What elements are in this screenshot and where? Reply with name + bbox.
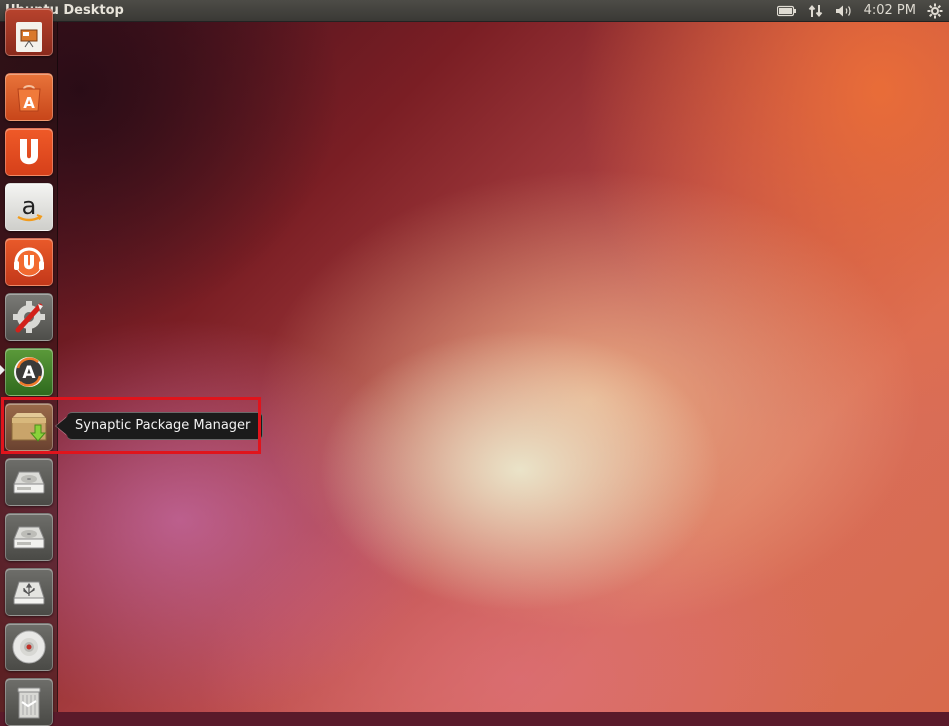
launcher-item-hard-disk-1[interactable] — [5, 458, 53, 506]
hard-disk-icon — [13, 471, 45, 494]
desktop-wallpaper — [0, 0, 949, 712]
launcher: A a A — [0, 8, 58, 726]
launcher-item-hard-disk-2[interactable] — [5, 513, 53, 561]
highlight-box — [1, 397, 261, 454]
software-updater-icon: A — [14, 357, 44, 387]
trash-icon — [17, 687, 41, 719]
launcher-item-cd-drive[interactable] — [5, 623, 53, 671]
battery-icon[interactable] — [776, 0, 797, 22]
network-icon[interactable] — [808, 0, 824, 22]
launcher-item-ubuntu-one[interactable] — [5, 128, 53, 176]
ubuntu-one-music-icon — [14, 247, 44, 277]
launcher-item-ubuntu-one-music[interactable] — [5, 238, 53, 286]
launcher-item-amazon[interactable]: a — [5, 183, 53, 231]
launcher-item-impress[interactable] — [5, 8, 53, 56]
launcher-item-trash[interactable] — [5, 678, 53, 726]
launcher-item-software-center[interactable]: A — [5, 73, 53, 121]
svg-text:A: A — [23, 94, 35, 112]
launcher-item-usb-drive[interactable] — [5, 568, 53, 616]
top-panel: Ubuntu Desktop 4:02 PM — [0, 0, 949, 22]
presentation-icon — [16, 22, 42, 52]
amazon-icon: a — [17, 192, 43, 222]
gear-icon[interactable] — [927, 0, 943, 22]
launcher-item-system-settings[interactable] — [5, 293, 53, 341]
launcher-item-software-updater[interactable]: A — [5, 348, 53, 396]
hard-disk-icon — [13, 526, 45, 549]
volume-icon[interactable] — [835, 0, 853, 22]
indicator-area: 4:02 PM — [776, 0, 949, 22]
cd-icon — [12, 630, 46, 664]
clock[interactable]: 4:02 PM — [864, 0, 916, 22]
svg-text:A: A — [22, 363, 36, 383]
ubuntu-one-icon — [20, 139, 38, 165]
software-center-icon: A — [17, 85, 41, 112]
usb-drive-icon — [13, 581, 45, 605]
system-settings-icon — [13, 301, 45, 333]
svg-text:a: a — [22, 192, 37, 220]
